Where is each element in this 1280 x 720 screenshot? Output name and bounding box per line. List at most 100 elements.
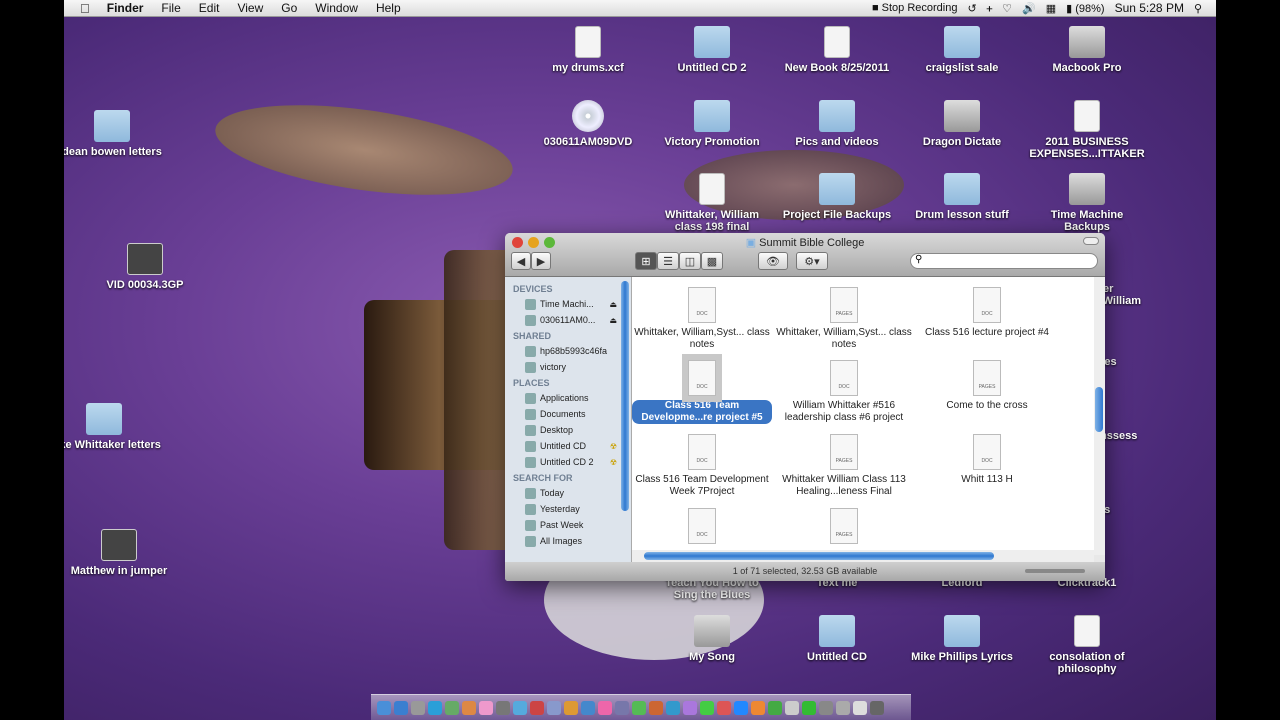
file-item[interactable]: DOC Class 516 Team Development Week 7Proj… xyxy=(632,434,772,498)
dock-app-icon[interactable] xyxy=(615,700,629,715)
desktop-icon[interactable]: 2011 BUSINESS EXPENSES...ITTAKER xyxy=(1027,100,1147,160)
dock-app-icon[interactable] xyxy=(581,700,595,715)
dock-app-icon[interactable] xyxy=(683,700,697,715)
dock-app-icon[interactable] xyxy=(598,700,612,715)
dock-app-icon[interactable] xyxy=(734,700,748,715)
eject-icon[interactable]: ⏏ xyxy=(609,316,617,325)
desktop-icon[interactable]: Time Machine Backups xyxy=(1027,173,1147,233)
sidebar-item[interactable]: victory xyxy=(505,359,631,375)
forward-button[interactable]: ▶ xyxy=(531,252,551,270)
stop-recording-button[interactable]: ■ Stop Recording xyxy=(872,2,958,14)
file-item[interactable]: PAGES Whittaker William Class 113 Healing… xyxy=(774,434,914,498)
file-item[interactable]: PAGESThe battle xyxy=(1060,360,1094,412)
desktop-icon[interactable]: My Song xyxy=(652,615,772,663)
desktop-icon[interactable]: dean bowen letters xyxy=(64,110,172,158)
dock-app-icon[interactable] xyxy=(802,700,816,715)
file-item[interactable]: DOC xyxy=(1060,434,1094,474)
input-menu-icon[interactable]: ▦ xyxy=(1046,2,1056,15)
dock-app-icon[interactable] xyxy=(819,700,833,715)
desktop-icon[interactable]: Untitled CD xyxy=(777,615,897,663)
desktop-icon[interactable]: craigslist sale xyxy=(902,26,1022,74)
dock-app-icon[interactable] xyxy=(853,700,867,715)
desktop-icon[interactable]: Pics and videos xyxy=(777,100,897,148)
eject-icon[interactable]: ⏏ xyxy=(609,300,617,309)
sidebar-heading-shared[interactable]: SHARED xyxy=(505,328,631,343)
burn-icon[interactable]: ☢ xyxy=(610,458,617,467)
volume-icon[interactable]: 🔊 xyxy=(1022,2,1036,15)
desktop-icon[interactable]: VID 00034.3GP xyxy=(85,243,205,291)
sidebar-scrollbar[interactable] xyxy=(621,281,629,511)
horizontal-scroll-thumb[interactable] xyxy=(644,552,994,560)
file-item[interactable]: PAGES xyxy=(774,508,914,548)
desktop-icon[interactable]: consolation of philosophy xyxy=(1027,615,1147,675)
bluetooth-icon[interactable]: ᚐ xyxy=(987,2,992,15)
sidebar-item[interactable]: Documents xyxy=(505,406,631,422)
back-button[interactable]: ◀ xyxy=(511,252,531,270)
dock-app-icon[interactable] xyxy=(836,700,850,715)
file-item[interactable]: DOC Whittaker, William,Syst... class note… xyxy=(632,287,772,351)
battery-icon[interactable]: ▮ (98%) xyxy=(1066,2,1104,15)
dock-app-icon[interactable] xyxy=(870,700,884,715)
dock-app-icon[interactable] xyxy=(428,700,442,715)
icon-view-button[interactable]: ⊞ xyxy=(635,252,657,270)
horizontal-scrollbar[interactable] xyxy=(632,550,1094,562)
sidebar-item[interactable]: hp68b5993c46fa xyxy=(505,343,631,359)
sidebar-heading-search[interactable]: SEARCH FOR xyxy=(505,470,631,485)
dock-app-icon[interactable] xyxy=(717,700,731,715)
dock-app-icon[interactable] xyxy=(564,700,578,715)
menu-go[interactable]: Go xyxy=(272,1,306,15)
file-item[interactable]: DOC Class 516 lecture project #4 xyxy=(917,287,1057,339)
dock-app-icon[interactable] xyxy=(785,700,799,715)
wifi-icon[interactable]: ♡ xyxy=(1002,2,1012,15)
dock-app-icon[interactable] xyxy=(649,700,663,715)
time-machine-icon[interactable]: ↺ xyxy=(967,2,976,15)
sidebar-item[interactable]: Past Week xyxy=(505,517,631,533)
file-item[interactable]: DOC xyxy=(632,508,772,548)
dock-app-icon[interactable] xyxy=(479,700,493,715)
dock-app-icon[interactable] xyxy=(462,700,476,715)
sidebar-item[interactable]: Untitled CD 2 ☢ xyxy=(505,454,631,470)
sidebar-item[interactable]: All Images xyxy=(505,533,631,549)
file-item[interactable]: DOC William Whittaker #516 leadership cla… xyxy=(774,360,914,424)
desktop-icon[interactable]: Victory Promotion xyxy=(652,100,772,148)
dock-app-icon[interactable] xyxy=(666,700,680,715)
file-item[interactable]: DOC Class 516 Team Developme...re project… xyxy=(632,354,772,424)
vertical-scrollbar[interactable] xyxy=(1094,277,1105,555)
vertical-scroll-thumb[interactable] xyxy=(1095,387,1103,432)
clock[interactable]: Sun 5:28 PM xyxy=(1115,1,1184,15)
dock-app-icon[interactable] xyxy=(751,700,765,715)
dock-app-icon[interactable] xyxy=(394,700,408,715)
desktop-icon[interactable]: my drums.xcf xyxy=(528,26,648,74)
dock-app-icon[interactable] xyxy=(530,700,544,715)
coverflow-view-button[interactable]: ▩ xyxy=(701,252,723,270)
menu-file[interactable]: File xyxy=(152,1,189,15)
sidebar-item[interactable]: Today xyxy=(505,485,631,501)
column-view-button[interactable]: ◫ xyxy=(679,252,701,270)
dock-app-icon[interactable] xyxy=(632,700,646,715)
dock-app-icon[interactable] xyxy=(768,700,782,715)
apple-menu-icon[interactable]:  xyxy=(64,1,98,16)
dock-app-icon[interactable] xyxy=(547,700,561,715)
desktop-icon[interactable]: Matthew in jumper xyxy=(64,529,179,577)
file-item[interactable]: PAGES Come to the cross xyxy=(917,360,1057,412)
burn-icon[interactable]: ☢ xyxy=(610,442,617,451)
desktop-icon[interactable]: Project File Backups xyxy=(777,173,897,221)
desktop-icon[interactable]: Untitled CD 2 xyxy=(652,26,772,74)
desktop-icon[interactable]: Whittaker, William class 198 final xyxy=(652,173,772,233)
dock-app-icon[interactable] xyxy=(411,700,425,715)
quick-look-button[interactable]: 👁 xyxy=(758,252,788,270)
spotlight-icon[interactable]: ⚲ xyxy=(1194,2,1202,15)
sidebar-item[interactable]: Desktop xyxy=(505,422,631,438)
sidebar-item[interactable]: Applications xyxy=(505,390,631,406)
sidebar-item[interactable]: 030611AM0... ⏏ xyxy=(505,312,631,328)
list-view-button[interactable]: ☰ xyxy=(657,252,679,270)
desktop-icon[interactable]: New Book 8/25/2011 xyxy=(777,26,897,74)
dock-app-icon[interactable] xyxy=(496,700,510,715)
dock-app-icon[interactable] xyxy=(445,700,459,715)
sidebar-item[interactable]: Yesterday xyxy=(505,501,631,517)
desktop-icon[interactable]: Dragon Dictate xyxy=(902,100,1022,148)
sidebar-heading-places[interactable]: PLACES xyxy=(505,375,631,390)
desktop-icon[interactable]: Macbook Pro xyxy=(1027,26,1147,74)
desktop-icon[interactable]: 030611AM09DVD xyxy=(528,100,648,148)
file-item[interactable]: DOC Whitt 113 H xyxy=(917,434,1057,486)
